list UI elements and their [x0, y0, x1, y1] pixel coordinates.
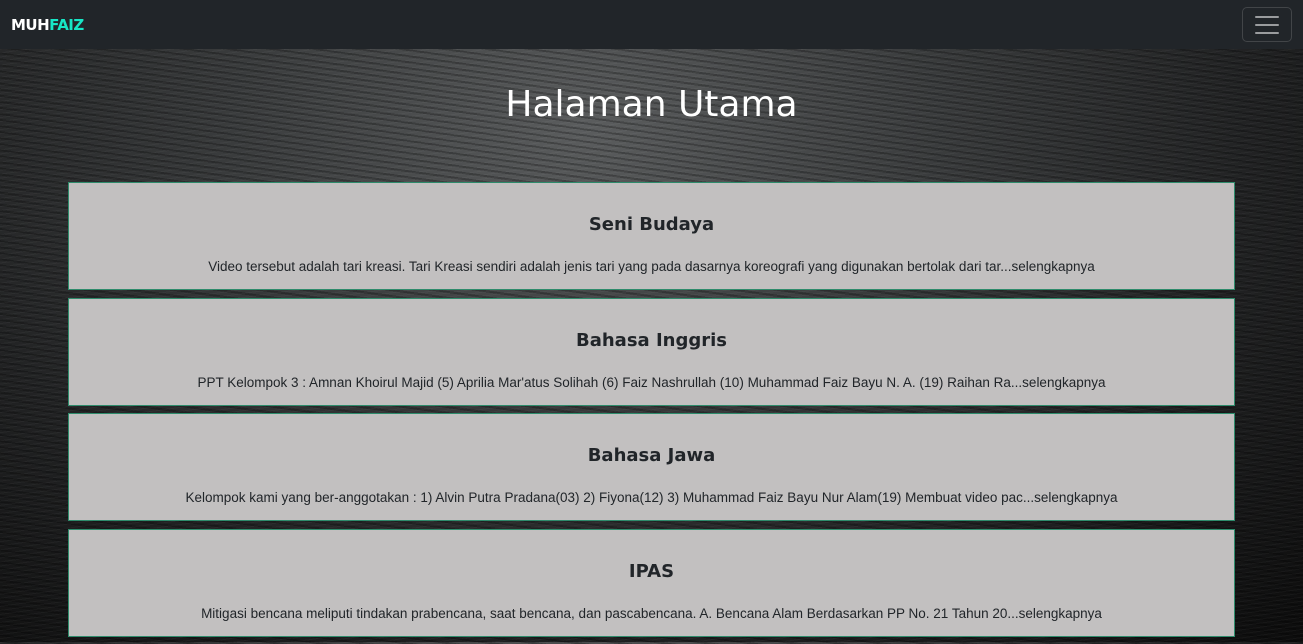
card-title: Seni Budaya — [588, 214, 715, 235]
page-title: Halaman Utama — [505, 84, 798, 125]
card-bahasa-jawa[interactable]: Bahasa Jawa Kelompok kami yang ber-anggo… — [68, 413, 1235, 521]
card-title: IPAS — [628, 560, 675, 582]
card-bahasa-inggris[interactable]: Bahasa Inggris PPT Kelompok 3 : Amnan Kh… — [68, 297, 1235, 406]
card-ipas[interactable]: IPAS Mitigasi bencana meliputi tindakan … — [68, 528, 1235, 637]
card-title: Bahasa Inggris — [576, 329, 727, 351]
card-list: Seni Budaya Video tersebut adalah tari k… — [68, 182, 1235, 644]
card-title: Bahasa Jawa — [587, 445, 716, 466]
card-excerpt: Mitigasi bencana meliputi tindakan prabe… — [201, 605, 1102, 621]
brand-logo[interactable]: MUHFAIZ — [11, 16, 84, 34]
card-seni-budaya[interactable]: Seni Budaya Video tersebut adalah tari k… — [68, 182, 1235, 290]
brand-first-word: MUH — [11, 15, 50, 34]
top-navbar: MUHFAIZ — [0, 0, 1303, 49]
brand-second-word: FAIZ — [49, 15, 84, 34]
hamburger-menu-icon-line — [1255, 31, 1279, 34]
card-excerpt: Kelompok kami yang ber-anggotakan : 1) A… — [185, 490, 1118, 505]
card-excerpt: PPT Kelompok 3 : Amnan Khoirul Majid (5)… — [197, 374, 1106, 390]
menu-toggle-button[interactable] — [1242, 7, 1292, 42]
hamburger-menu-icon — [1255, 15, 1279, 18]
card-excerpt: Video tersebut adalah tari kreasi. Tari … — [208, 259, 1095, 274]
hamburger-menu-icon-line — [1255, 23, 1279, 26]
